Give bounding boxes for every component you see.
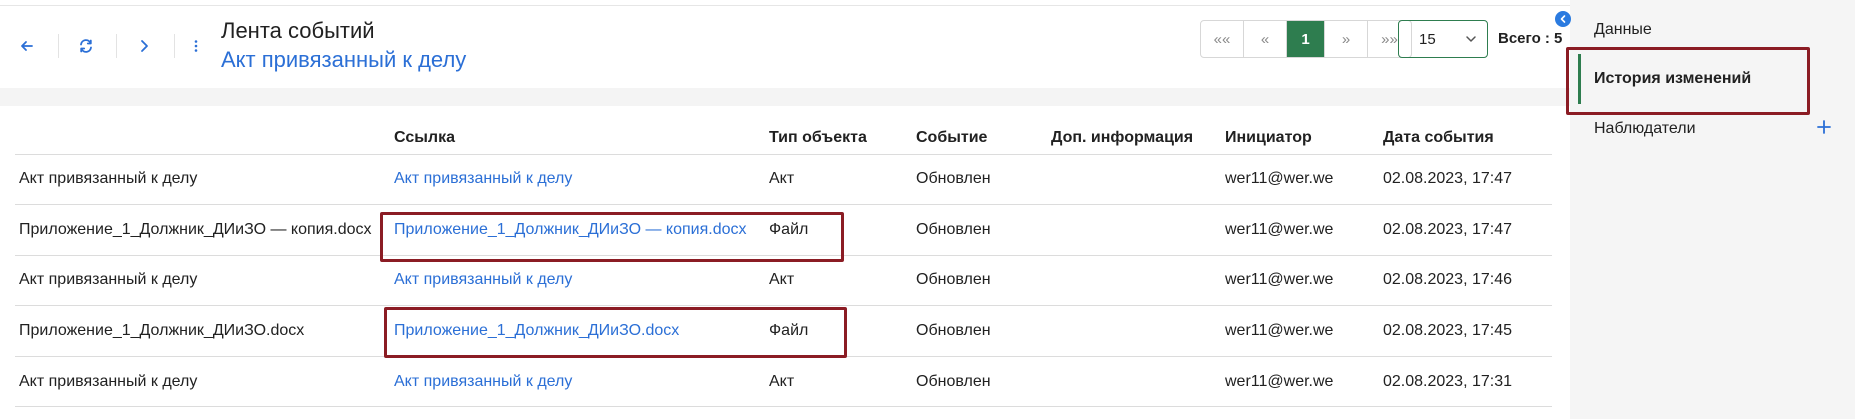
prev-page-button[interactable]: «	[1244, 21, 1287, 57]
active-item-indicator	[1578, 54, 1581, 104]
first-page-button[interactable]: ««	[1201, 21, 1244, 57]
header-divider-band	[0, 88, 1570, 106]
cell-info	[1047, 356, 1221, 408]
toolbar-separator	[58, 34, 59, 58]
cell-event: Обновлен	[912, 204, 1047, 256]
cell-name: Акт привязанный к делу	[15, 154, 390, 206]
back-button[interactable]	[9, 26, 45, 66]
cell-event: Обновлен	[912, 356, 1047, 408]
column-header-initiator: Инициатор	[1221, 122, 1379, 155]
column-header-date: Дата события	[1379, 122, 1552, 155]
cell-initiator: wer11@wer.we	[1221, 255, 1379, 307]
chevron-down-icon	[1466, 36, 1476, 42]
cell-date: 02.08.2023, 17:31	[1379, 356, 1552, 408]
refresh-icon	[80, 39, 92, 53]
page-subtitle-link[interactable]: Акт привязанный к делу	[221, 47, 466, 73]
cell-info	[1047, 204, 1221, 256]
cell-name: Акт привязанный к делу	[15, 255, 390, 307]
cell-event: Обновлен	[912, 305, 1047, 357]
cell-type: Файл	[765, 204, 912, 256]
top-divider	[0, 5, 1570, 6]
chevron-left-icon	[1560, 15, 1566, 23]
cell-info	[1047, 305, 1221, 357]
page-size-value: 15	[1419, 30, 1436, 48]
cell-link[interactable]: Акт привязанный к делу	[390, 154, 765, 206]
arrow-left-icon	[21, 41, 33, 51]
page-size-select[interactable]: 15	[1398, 20, 1488, 58]
cell-name: Акт привязанный к делу	[15, 356, 390, 408]
page-title: Лента событий	[221, 18, 375, 43]
cell-initiator: wer11@wer.we	[1221, 204, 1379, 256]
cell-link[interactable]: Приложение_1_Должник_ДИиЗО — копия.docx	[390, 204, 765, 256]
plus-icon[interactable]	[1816, 119, 1832, 135]
collapse-panel-button[interactable]	[1555, 11, 1571, 27]
side-panel-item-data[interactable]: Данные	[1594, 21, 1652, 39]
cell-initiator: wer11@wer.we	[1221, 154, 1379, 206]
cell-name: Приложение_1_Должник_ДИиЗО.docx	[15, 305, 390, 357]
column-header-link: Ссылка	[390, 122, 765, 155]
cell-event: Обновлен	[912, 154, 1047, 206]
cell-name: Приложение_1_Должник_ДИиЗО — копия.docx	[15, 204, 390, 256]
cell-type: Файл	[765, 305, 912, 357]
column-header-info: Доп. информация	[1047, 122, 1221, 155]
more-vertical-icon	[194, 40, 198, 52]
side-panel-item-watchers[interactable]: Наблюдатели	[1594, 120, 1696, 138]
total-count: Всего : 5	[1498, 30, 1563, 47]
table-row: Акт привязанный к делу Акт привязанный к…	[15, 356, 1552, 408]
chevron-right-icon	[141, 40, 148, 52]
column-header-type: Тип объекта	[765, 122, 912, 155]
table-row: Приложение_1_Должник_ДИиЗО.docx Приложен…	[15, 305, 1552, 357]
table-row: Акт привязанный к делу Акт привязанный к…	[15, 255, 1552, 307]
more-actions-button[interactable]	[178, 26, 214, 66]
events-table: Ссылка Тип объекта Событие Доп. информац…	[15, 122, 1552, 408]
cell-info	[1047, 154, 1221, 206]
side-panel-item-history[interactable]: История изменений	[1594, 70, 1751, 88]
cell-type: Акт	[765, 154, 912, 206]
table-row: Акт привязанный к делу Акт привязанный к…	[15, 154, 1552, 206]
cell-initiator: wer11@wer.we	[1221, 356, 1379, 408]
refresh-button[interactable]	[68, 26, 104, 66]
next-page-button[interactable]: »	[1325, 21, 1368, 57]
cell-link[interactable]: Приложение_1_Должник_ДИиЗО.docx	[390, 305, 765, 357]
cell-date: 02.08.2023, 17:47	[1379, 204, 1552, 256]
forward-button[interactable]	[126, 26, 162, 66]
table-row: Приложение_1_Должник_ДИиЗО — копия.docx …	[15, 204, 1552, 256]
cell-initiator: wer11@wer.we	[1221, 305, 1379, 357]
toolbar-separator	[116, 34, 117, 58]
cell-date: 02.08.2023, 17:46	[1379, 255, 1552, 307]
cell-date: 02.08.2023, 17:45	[1379, 305, 1552, 357]
cell-type: Акт	[765, 255, 912, 307]
column-header-event: Событие	[912, 122, 1047, 155]
cell-link[interactable]: Акт привязанный к делу	[390, 356, 765, 408]
cell-event: Обновлен	[912, 255, 1047, 307]
side-panel: Данные История изменений Наблюдатели	[1570, 0, 1855, 419]
cell-info	[1047, 255, 1221, 307]
current-page-button[interactable]: 1	[1287, 21, 1325, 57]
cell-date: 02.08.2023, 17:47	[1379, 154, 1552, 206]
table-header-row: Ссылка Тип объекта Событие Доп. информац…	[15, 122, 1552, 155]
cell-type: Акт	[765, 356, 912, 408]
toolbar-separator	[174, 34, 175, 58]
pagination: «« « 1 » »»	[1200, 20, 1412, 58]
cell-link[interactable]: Акт привязанный к делу	[390, 255, 765, 307]
column-header-name	[15, 122, 390, 155]
